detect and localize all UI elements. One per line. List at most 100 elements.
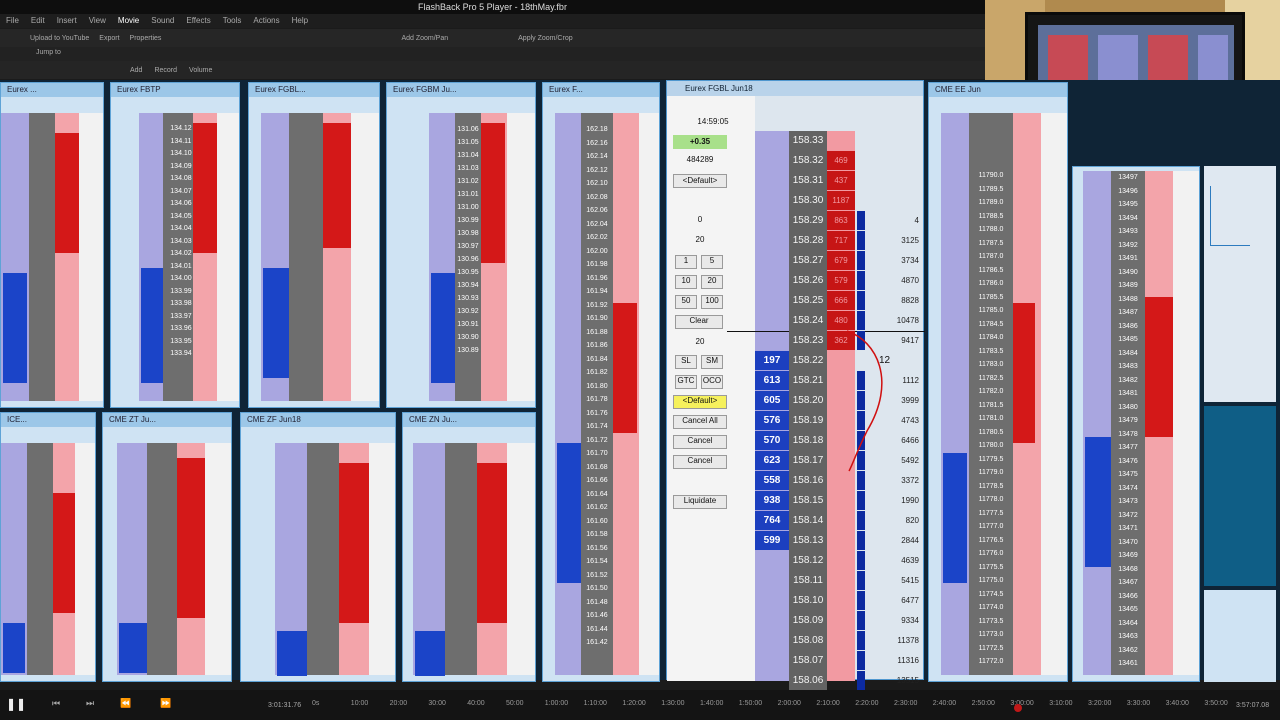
menu-tools[interactable]: Tools <box>223 14 242 28</box>
prev-frame-icon[interactable]: ⏪ <box>120 698 131 709</box>
jump-to-label[interactable]: Jump to <box>36 49 61 56</box>
ladder-volume: 4639 <box>901 556 919 565</box>
ladder-volume: 1990 <box>901 496 919 505</box>
timeline-tick: 1:40:00 <box>700 700 724 707</box>
ladder-ask-qty[interactable]: 666 <box>827 291 855 310</box>
dom-window-zt[interactable]: CME ZT Ju... <box>102 412 232 682</box>
total-time: 3:57:07.08 <box>1236 702 1270 709</box>
window-caption: Eurex FGBM Ju... <box>387 83 535 97</box>
timeline-tick: 20:00 <box>389 700 408 707</box>
dom-window-fbtp[interactable]: Eurex FBTP 134.12 134.11 134.10 134.09 134.0… <box>110 82 240 408</box>
ladder-bid-qty[interactable]: 599 <box>755 531 789 550</box>
ladder-price: 158.28 <box>789 231 827 250</box>
ladder-bid-qty[interactable]: 938 <box>755 491 789 510</box>
menu-actions[interactable]: Actions <box>253 14 279 28</box>
timeline-tick: 2:10:00 <box>816 700 840 707</box>
ladder-volume: 3734 <box>901 256 919 265</box>
timeline-tick: 2:30:00 <box>894 700 918 707</box>
edit-toolbar: Add Record Volume <box>0 61 985 79</box>
timeline-tick: 3:50:00 <box>1204 700 1228 707</box>
timeline-tick: 50:00 <box>506 700 524 707</box>
add-button[interactable]: Add <box>130 67 142 74</box>
ladder-price: 158.11 <box>789 571 827 590</box>
pause-icon[interactable]: ❚❚ <box>6 698 26 710</box>
secondary-toolbar: Jump to <box>0 47 985 61</box>
ladder-volume: 2844 <box>901 536 919 545</box>
dom-window-zn[interactable]: CME ZN Ju... <box>402 412 536 682</box>
dom-window-ee[interactable]: CME EE Jun 11790.0 11789.5 11789.0 11788.5 1… <box>928 82 1068 682</box>
timeline-tick: 30:00 <box>428 700 446 707</box>
timeline-tick: 10:00 <box>350 700 369 707</box>
skip-start-icon[interactable]: ⏮ <box>52 698 60 709</box>
ladder-price: 158.13 <box>789 531 827 550</box>
ladder-bid-qty[interactable]: 197 <box>755 351 789 370</box>
ladder-volume: 4870 <box>901 276 919 285</box>
timeline-tick: 3:10:00 <box>1049 700 1073 707</box>
export-button[interactable]: Export <box>99 35 119 42</box>
menu-file[interactable]: File <box>6 14 19 28</box>
dom-window-r2[interactable]: 13497 13496 13495 13494 13493 13492 13491 13490… <box>1072 166 1200 682</box>
window-caption: Eurex FGBL... <box>249 83 379 97</box>
dom-window-1[interactable]: Eurex ... <box>0 82 104 408</box>
ladder-bid-qty[interactable]: 623 <box>755 451 789 470</box>
menu-bar: File Edit Insert View Movie Sound Effect… <box>0 14 985 28</box>
timeline-tick: 1:00:00 <box>544 700 569 707</box>
ladder-ask-qty[interactable]: 1187 <box>827 191 855 210</box>
timeline-tick: 2:40:00 <box>932 700 957 707</box>
menu-effects[interactable]: Effects <box>186 14 210 28</box>
playhead-marker[interactable] <box>1014 704 1022 712</box>
main-toolbar: Upload to YouTube Export Properties Add … <box>0 29 985 47</box>
extra-window <box>1204 590 1276 682</box>
ladder-volume: 11316 <box>897 656 919 665</box>
main-window-title: Eurex FGBL Jun18 <box>667 81 923 96</box>
ladder-price: 158.21 <box>789 371 827 390</box>
apply-zoom-button[interactable]: Apply Zoom/Crop <box>518 35 572 42</box>
timeline-tick: 1:20:00 <box>622 700 646 707</box>
dom-window-ice[interactable]: ICE... <box>0 412 96 682</box>
record-button[interactable]: Record <box>154 67 177 74</box>
upload-button[interactable]: Upload to YouTube <box>30 35 89 42</box>
dom-window-zf[interactable]: CME ZF Jun18 <box>240 412 396 682</box>
ladder-bid-qty[interactable]: 570 <box>755 431 789 450</box>
ladder-price: 158.16 <box>789 471 827 490</box>
menu-insert[interactable]: Insert <box>57 14 77 28</box>
ladder-price: 158.06 <box>789 671 827 690</box>
ladder-bid-qty[interactable]: 558 <box>755 471 789 490</box>
ladder-ask-qty[interactable]: 863 <box>827 211 855 230</box>
menu-edit[interactable]: Edit <box>31 14 45 28</box>
menu-view[interactable]: View <box>89 14 106 28</box>
ladder-price: 158.07 <box>789 651 827 670</box>
ladder-ask-qty[interactable]: 579 <box>827 271 855 290</box>
timeline-tick: 1:50:00 <box>738 700 763 707</box>
skip-end-icon[interactable]: ⏭ <box>86 698 94 709</box>
timeline-tick: 2:50:00 <box>971 700 995 707</box>
ladder-bid-qty[interactable]: 605 <box>755 391 789 410</box>
menu-help[interactable]: Help <box>292 14 308 28</box>
ladder-bid-qty[interactable]: 576 <box>755 411 789 430</box>
ladder-ask-qty[interactable]: 437 <box>827 171 855 190</box>
dom-window-fgbl[interactable]: Eurex FGBL... <box>248 82 380 408</box>
menu-movie[interactable]: Movie <box>118 14 139 28</box>
mini-chart-pane <box>1204 166 1276 402</box>
ladder-bid-qty[interactable]: 613 <box>755 371 789 390</box>
ladder-price: 158.25 <box>789 291 827 310</box>
ladder-volume: 820 <box>905 516 919 525</box>
next-frame-icon[interactable]: ⏩ <box>160 698 171 709</box>
ladder-ask-qty[interactable]: 679 <box>827 251 855 270</box>
price-column: 162.18 162.16 162.14 162.12 162.10 162.08 162.… <box>586 126 608 646</box>
ladder-bid-qty[interactable]: 764 <box>755 511 789 530</box>
main-dom-window[interactable]: Eurex FGBL Jun18 14:59:05 +0.35 484289 <… <box>666 80 925 690</box>
ladder-volume: 8828 <box>901 296 919 305</box>
timeline-tick: 40:00 <box>467 700 485 707</box>
dom-window-fgbm[interactable]: Eurex FGBM Ju... 131.06 131.05 131.04 131.0… <box>386 82 536 408</box>
ladder-price: 158.32 <box>789 151 827 170</box>
ladder-price: 158.31 <box>789 171 827 190</box>
window-caption: CME ZN Ju... <box>403 413 535 427</box>
ladder-ask-qty[interactable]: 717 <box>827 231 855 250</box>
dom-window-ff[interactable]: Eurex F... 162.18 162.16 162.14 162.12 162.1… <box>542 82 660 682</box>
ladder-ask-qty[interactable]: 469 <box>827 151 855 170</box>
ladder-price: 158.15 <box>789 491 827 510</box>
menu-sound[interactable]: Sound <box>151 14 174 28</box>
add-zoom-button[interactable]: Add Zoom/Pan <box>401 35 448 42</box>
properties-button[interactable]: Properties <box>130 35 162 42</box>
